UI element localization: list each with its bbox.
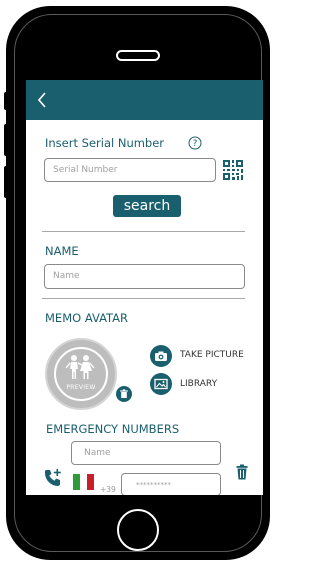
app-screen: Insert Serial Number ? Serial Number sea… (26, 80, 263, 495)
volume-up-button (4, 92, 8, 110)
question-mark-icon[interactable]: ? (188, 136, 202, 150)
serial-number-input[interactable]: Serial Number (44, 158, 216, 182)
mute-switch (4, 166, 8, 198)
top-bar (26, 80, 263, 120)
serial-number-label: Insert Serial Number (45, 136, 165, 150)
emergency-name-input[interactable]: Name (71, 441, 221, 465)
name-section-title: NAME (45, 244, 79, 258)
avatar-preview: PREVIEW (45, 338, 117, 410)
name-input[interactable]: Name (44, 264, 245, 289)
svg-text:?: ? (193, 139, 198, 149)
add-contact-icon[interactable] (43, 468, 63, 488)
emergency-numbers-title: EMERGENCY NUMBERS (46, 422, 180, 436)
delete-contact-icon[interactable] (236, 464, 248, 480)
qr-code-icon[interactable] (223, 160, 243, 180)
image-library-icon[interactable] (150, 373, 172, 395)
children-icon (65, 355, 95, 379)
home-button[interactable] (117, 509, 159, 551)
emergency-phone-input[interactable]: ********** (121, 473, 221, 495)
memo-avatar-title: MEMO AVATAR (45, 311, 129, 325)
trash-icon[interactable] (116, 386, 132, 402)
take-picture-label[interactable]: TAKE PICTURE (180, 350, 244, 360)
volume-down-button (4, 124, 8, 156)
country-code: +39 (100, 485, 116, 494)
preview-label: PREVIEW (66, 384, 96, 391)
speaker-grille (116, 50, 160, 61)
divider (42, 231, 245, 232)
divider (42, 298, 245, 299)
search-button[interactable]: search (113, 195, 181, 217)
library-label[interactable]: LIBRARY (180, 379, 217, 389)
camera-icon[interactable] (150, 345, 172, 367)
italy-flag-icon[interactable] (73, 474, 94, 490)
chevron-left-icon[interactable] (36, 90, 50, 110)
